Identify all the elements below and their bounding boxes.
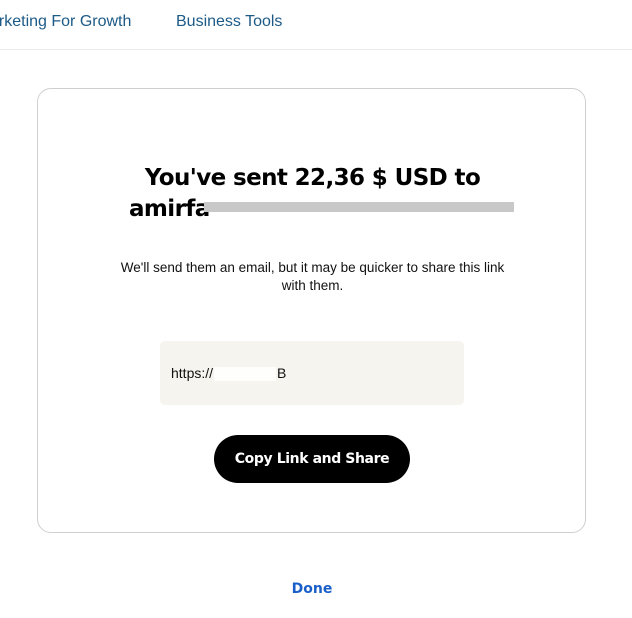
- copy-link-and-share-button[interactable]: Copy Link and Share: [214, 435, 410, 483]
- share-link-prefix: https://: [171, 365, 214, 381]
- recipient-email-redaction: [203, 201, 514, 212]
- recipient-email-visible: amirfa: [129, 196, 210, 222]
- nav-link-business-tools[interactable]: Business Tools: [176, 12, 282, 32]
- nav-link-marketing-for-growth[interactable]: arketing For Growth: [0, 12, 131, 32]
- payment-sent-card: You've sent 22,36 $ USD to amirfa We'll …: [37, 88, 586, 533]
- top-navigation: arketing For Growth Business Tools: [0, 0, 632, 50]
- share-instructions: We'll send them an email, but it may be …: [120, 260, 505, 293]
- confirmation-headline: You've sent 22,36 $ USD to amirfa: [38, 163, 587, 225]
- share-link-redaction: [214, 367, 277, 382]
- done-link[interactable]: Done: [0, 580, 624, 598]
- share-link-text[interactable]: https:// B: [171, 365, 286, 382]
- share-link-box[interactable]: https:// B: [160, 341, 464, 405]
- headline-amount-line: You've sent 22,36 $ USD to: [144, 165, 481, 191]
- headline-recipient-line: amirfa: [38, 194, 587, 225]
- share-link-suffix: B: [277, 365, 287, 381]
